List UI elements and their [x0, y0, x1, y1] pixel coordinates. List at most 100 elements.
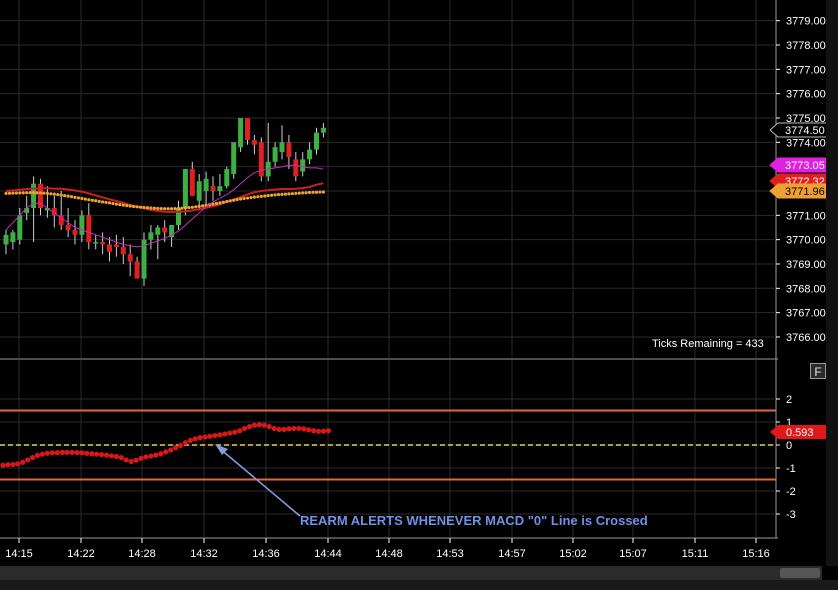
ma-orange-dot	[273, 193, 277, 197]
macd-last-value-label[interactable]: 0.593	[770, 425, 828, 439]
macd-dot	[251, 422, 258, 428]
macd-dot	[54, 449, 60, 456]
bottom-status-strip	[0, 580, 838, 590]
ma-orange-dot	[66, 194, 70, 198]
x-tick-label: 14:53	[436, 548, 464, 560]
macd-dot	[227, 430, 233, 436]
candle-down	[127, 254, 133, 262]
macd-dot	[266, 424, 272, 430]
ma-orange-dot	[97, 199, 101, 203]
horizontal-scrollbar[interactable]	[0, 566, 822, 580]
candle-up	[148, 232, 154, 240]
candle-up	[176, 208, 181, 226]
ma-orange-dot	[166, 207, 170, 211]
candle-up	[272, 147, 278, 162]
macd-dot	[301, 426, 307, 432]
candle-up	[231, 142, 237, 174]
right-edge-strip	[826, 0, 838, 566]
macd-dot	[138, 455, 144, 461]
ma-orange-dot	[304, 191, 308, 195]
price-label-tag[interactable]: 3773.05	[769, 157, 829, 173]
y-tick-label: 3768.00	[786, 283, 826, 295]
ma-orange-dot	[132, 204, 136, 209]
y-tick-label: 3774.00	[786, 137, 826, 149]
ma-orange-dot	[73, 195, 77, 199]
ma-orange-dot	[104, 200, 108, 205]
macd-dot	[74, 449, 80, 456]
y-tick-label: -2	[786, 486, 796, 498]
time-x-axis: 14:15 14:22 14:28 14:32 14:36 14:44 14:48 14:53…	[5, 538, 770, 560]
ma-orange-dot	[232, 198, 236, 202]
macd-dot	[99, 452, 105, 458]
ma-orange-dot	[249, 195, 253, 200]
macd-dot	[64, 449, 70, 455]
ma-orange-dot	[80, 196, 84, 201]
macd-dot	[163, 449, 169, 455]
macd-dot	[241, 425, 248, 432]
macd-dot	[79, 450, 85, 456]
macd-dot	[315, 428, 322, 434]
macd-dot	[103, 452, 110, 458]
ma-orange-dot	[49, 192, 53, 196]
macd-dot	[325, 428, 331, 434]
ma-orange-dot	[321, 190, 325, 194]
macd-dot	[192, 436, 198, 442]
ma-orange-dot	[14, 191, 18, 195]
macd-dot	[20, 459, 26, 465]
macd-dot	[281, 426, 287, 432]
macd-label-text: 0.593	[786, 427, 814, 439]
ma-orange-dot	[63, 194, 67, 198]
candle-up	[155, 227, 161, 235]
y-tick-label: 3767.00	[786, 308, 826, 320]
ma-orange-dot	[76, 196, 81, 200]
panel-f-button[interactable]: F	[810, 363, 826, 379]
candle-up	[182, 169, 188, 209]
annotation: REARM ALERTS WHENEVER MACD "0" Line is C…	[215, 444, 648, 528]
x-tick-label: 14:48	[375, 548, 403, 560]
ma-orange-dot	[311, 190, 315, 194]
ma-orange-dot	[101, 200, 105, 204]
candle-down	[86, 215, 92, 243]
scrollbar-thumb[interactable]	[780, 568, 820, 578]
candle-down	[134, 261, 140, 279]
ma-orange-dot	[121, 203, 125, 207]
macd-dot	[177, 442, 184, 449]
price-last-value-labels[interactable]: 3774.503773.053772.323771.96	[769, 122, 829, 199]
macd-levels	[0, 409, 776, 481]
ma-orange-dot	[287, 192, 291, 196]
macd-dot	[306, 427, 312, 433]
ma-orange-dot	[128, 204, 132, 208]
macd-dot	[172, 445, 179, 451]
price-label-tag[interactable]: 3774.50	[769, 122, 829, 138]
ma-orange-dot	[280, 192, 284, 196]
macd-dot	[5, 462, 11, 468]
ma-orange-dot	[187, 206, 191, 210]
ma-orange-dot	[145, 206, 150, 210]
ma-orange-dot	[111, 201, 115, 206]
ma-orange-dot	[270, 193, 274, 197]
macd-dot	[261, 422, 267, 428]
macd-dot	[217, 432, 223, 438]
macd-dot	[222, 431, 228, 437]
candle-up	[217, 186, 223, 191]
candle-up	[93, 242, 99, 244]
price-label-tag[interactable]: 3771.96	[769, 183, 829, 199]
candle-down	[210, 186, 216, 191]
ma-orange-dot	[256, 195, 260, 199]
x-tick-label: 15:11	[682, 548, 709, 560]
ma-orange-dot	[190, 205, 194, 209]
macd-dot	[113, 453, 119, 460]
candle-up	[320, 127, 326, 133]
candle-up	[10, 232, 16, 243]
candle-up	[307, 149, 313, 160]
candle-up	[196, 181, 202, 201]
macd-label-tag[interactable]: 0.593	[770, 425, 828, 439]
x-tick-label: 14:44	[314, 548, 342, 560]
macd-dot	[34, 452, 41, 458]
y-tick-label: 2	[786, 394, 792, 406]
macd-dot	[212, 432, 218, 439]
ma-orange-dot	[25, 191, 29, 195]
ma-orange-dot	[194, 205, 198, 209]
macd-dot	[94, 451, 100, 457]
candle-down	[100, 242, 106, 245]
